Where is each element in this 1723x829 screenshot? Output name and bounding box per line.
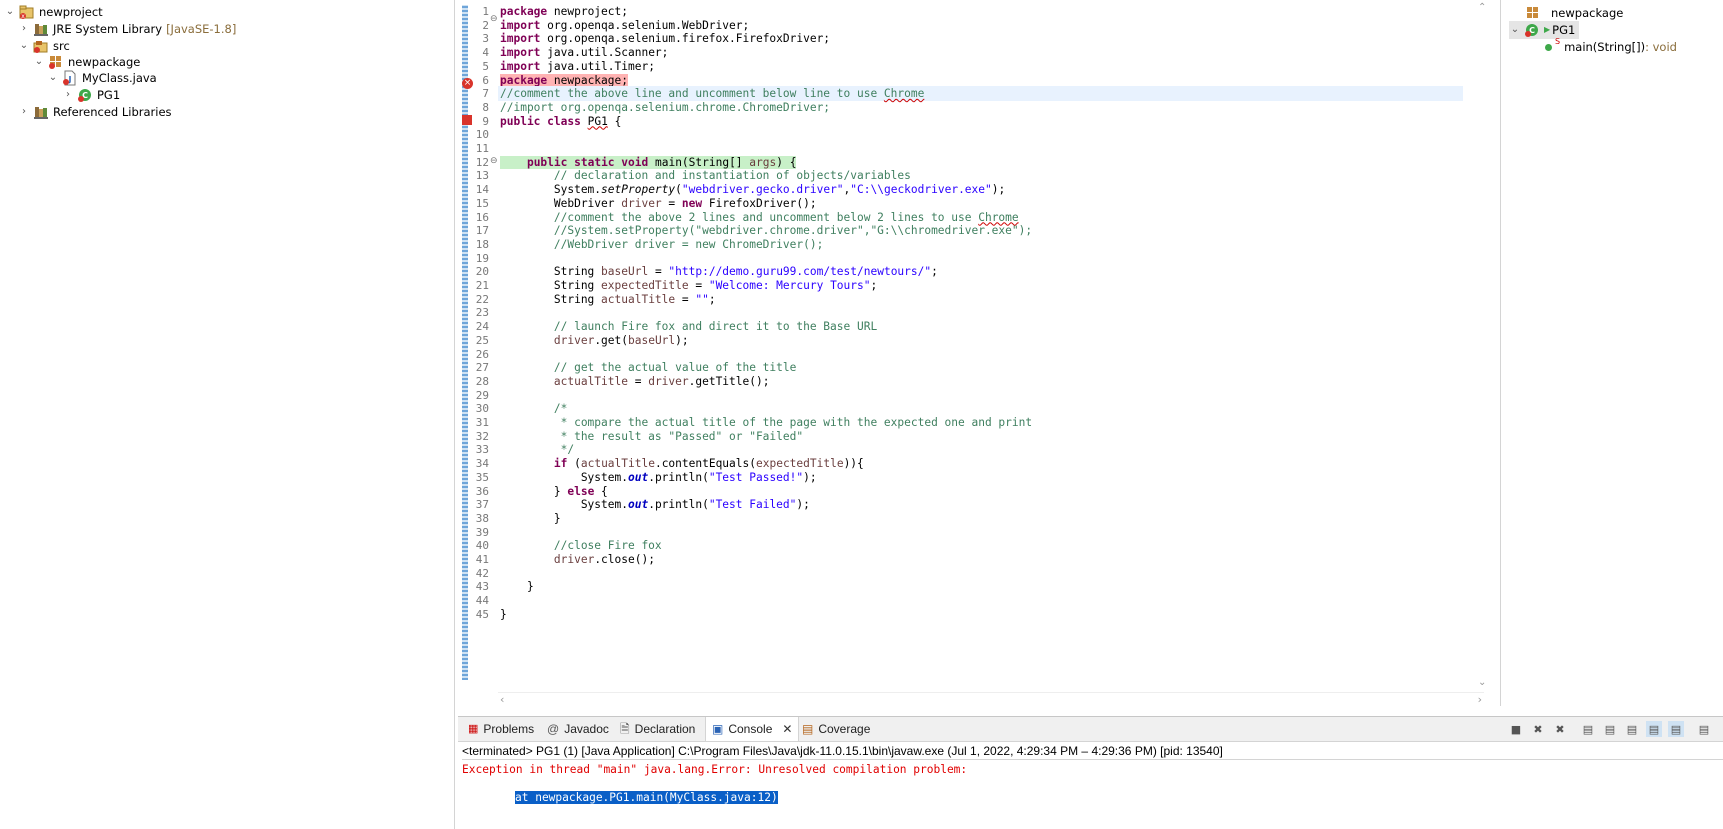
horizontal-scrollbar[interactable]: ‹ › [498,692,1484,707]
scroll-down-icon[interactable]: ⌄ [1478,677,1486,688]
chevron-right-icon[interactable]: › [18,106,30,118]
library-icon [33,104,49,120]
coverage-icon: ▤ [802,722,814,736]
console-panel: ▦ Problems @ Javadoc 🗎 Declaration ▣ Con… [458,716,1723,829]
chevron-down-icon[interactable]: ⌄ [1509,24,1521,36]
package-icon [48,54,64,70]
pin-console-icon[interactable]: ▤ [1696,721,1712,737]
bottom-tabs: ▦ Problems @ Javadoc 🗎 Declaration ▣ Con… [458,717,1723,742]
terminated-status: <terminated> PG1 (1) [Java Application] … [462,743,1723,760]
code-line[interactable]: } [498,607,1463,622]
tab-label: Coverage [818,722,871,736]
word-wrap-icon[interactable]: ▤ [1624,721,1640,737]
vertical-scrollbar[interactable]: ⌃ ⌄ [1476,0,1490,690]
tree-label-project: newproject [39,5,103,19]
console-stack-text: at newpackage.PG1.main(MyClass.java:12) [515,791,778,804]
remove-launch-icon[interactable]: ✖ [1530,721,1546,737]
tab-declaration[interactable]: 🗎 Declaration [616,717,699,741]
tree-label-jre: JRE System Library [53,22,163,36]
chevron-down-icon[interactable]: ⌄ [47,72,59,84]
outline-class[interactable]: ⌄ C ▶ PG1 [1509,21,1580,39]
problems-icon: ▦ [468,723,479,735]
javadoc-icon: @ [547,722,560,736]
chevron-down-icon[interactable]: ⌄ [18,40,30,52]
chevron-right-icon[interactable]: › [62,89,74,101]
chevron-down-icon[interactable]: ⌄ [33,56,45,68]
scroll-up-icon[interactable]: ⌃ [1478,2,1486,13]
outline-method[interactable]: S main(String[]) : void [1545,37,1677,56]
static-modifier: S [1555,37,1561,46]
show-on-output-icon[interactable]: ▤ [1646,721,1662,737]
svg-text:x: x [21,13,25,20]
run-indicator-icon: ▶ [1544,25,1551,34]
scroll-lock-icon[interactable]: ▤ [1602,721,1618,737]
fold-collapse-icon[interactable]: ⊖ [490,14,498,24]
scroll-left-icon[interactable]: ‹ [500,693,504,706]
tab-console[interactable]: ▣ Console ✕ [705,717,800,741]
library-icon [33,21,49,37]
error-marker-icon[interactable]: × [462,78,473,89]
tree-jre[interactable]: › JRE System Library [JavaSE-1.8] [18,20,236,38]
tree-label-file: MyClass.java [82,71,157,85]
tab-coverage[interactable]: ▤ Coverage [798,717,874,741]
tree-project[interactable]: ⌄ x newproject [4,3,103,21]
tab-label: Javadoc [564,722,609,736]
class-icon: C [77,87,93,103]
terminate-icon[interactable]: ■ [1508,721,1524,737]
tab-label: Problems [483,722,535,736]
scroll-right-icon[interactable]: › [1478,693,1482,706]
show-on-error-icon[interactable]: ▤ [1668,721,1684,737]
console-error-line: Exception in thread "main" java.lang.Err… [462,763,974,776]
package-explorer: ⌄ x newproject › JRE System Library [Jav… [0,0,455,829]
tab-label: Declaration [634,722,696,736]
tree-file[interactable]: ⌄ J MyClass.java [47,69,157,87]
console-icon: ▣ [712,722,724,736]
class-icon: C [1524,22,1540,38]
project-icon: x [19,4,35,20]
source-folder-icon [33,38,49,54]
public-method-icon [1545,43,1552,51]
java-file-icon: J [62,70,78,86]
tree-label-class: PG1 [97,88,121,102]
remove-all-icon[interactable]: ✖ [1552,721,1568,737]
tree-class[interactable]: › C PG1 [62,86,120,104]
outline-method-type: : void [1645,40,1677,54]
outline-package[interactable]: newpackage [1525,4,1623,22]
outline-view: newpackage ⌄ C ▶ PG1 S main(String[]) : … [1500,0,1723,706]
fold-collapse-icon[interactable]: ⊖ [490,156,498,166]
close-icon[interactable]: ✕ [782,717,792,741]
tab-label: Console [728,722,773,736]
outline-label-method: main(String[]) [1564,40,1646,54]
editor-gutter: 1 2 3 4 5 6 7 8 9 10 11 12 13 14 15 16 17 18 19 20 21 22 23 24 2… [458,0,498,680]
line-number: 45 [475,607,489,621]
chevron-down-icon[interactable]: ⌄ [4,6,16,18]
code-editor[interactable]: 1 2 3 4 5 6 7 8 9 10 11 12 13 14 15 16 17 18 19 20 21 22 23 24 2… [458,0,1520,707]
tab-problems[interactable]: ▦ Problems [464,717,538,741]
package-icon [1525,5,1541,21]
error-marker-icon[interactable] [462,115,472,125]
clear-console-icon[interactable]: ▤ [1580,721,1596,737]
tree-referenced[interactable]: › Referenced Libraries [18,103,172,121]
declaration-icon: 🗎 [620,722,630,736]
tree-label-referenced: Referenced Libraries [53,105,172,119]
outline-label-package: newpackage [1551,6,1624,20]
chevron-right-icon[interactable]: › [18,23,30,35]
console-stack-line[interactable]: at newpackage.PG1.main(MyClass.java:12) [515,790,778,805]
tab-javadoc[interactable]: @ Javadoc [543,717,613,741]
tree-deco-jre: [JavaSE-1.8] [166,22,237,36]
